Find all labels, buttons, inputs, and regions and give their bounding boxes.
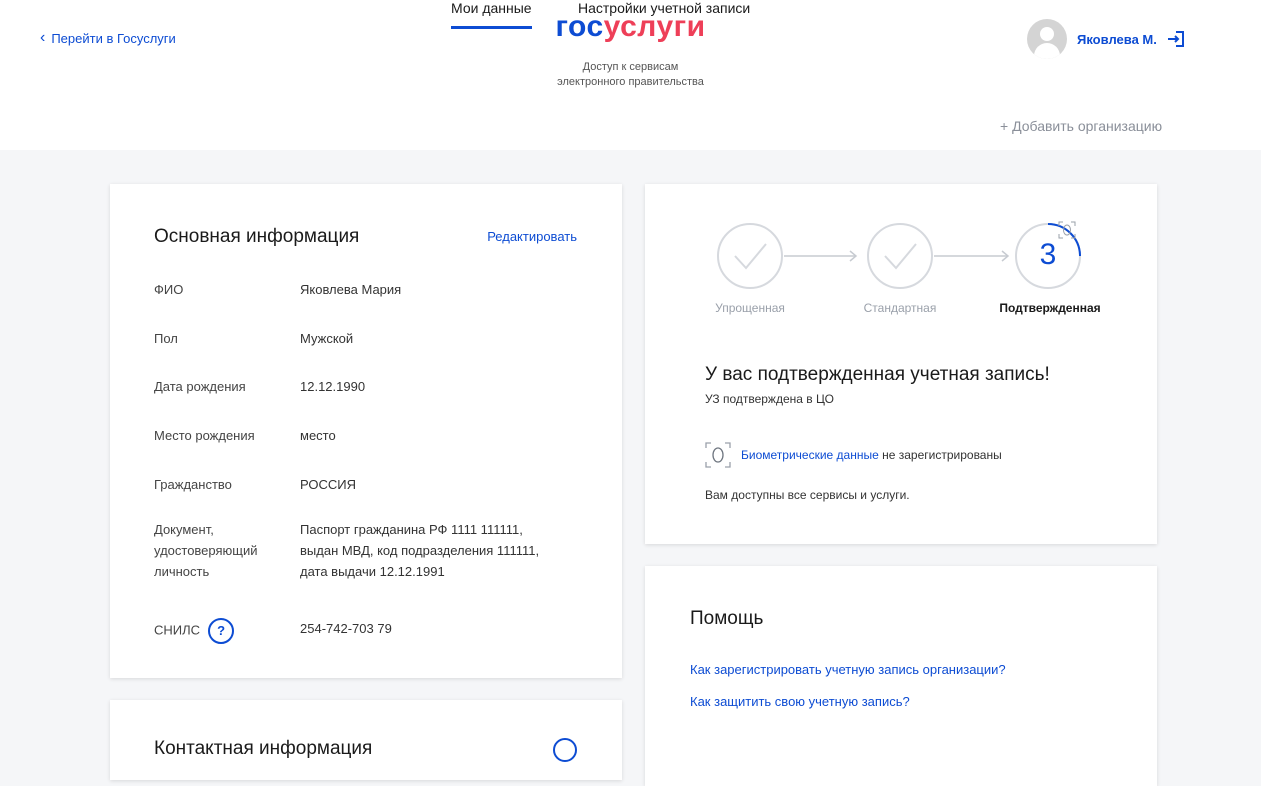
help-card: Помощь Как зарегистрировать учетную запи… [645, 566, 1157, 786]
identity-value-line-3: дата выдачи 12.12.1991 [300, 564, 445, 579]
contacts-card: Контактная информация [110, 700, 622, 780]
arrow-2 [934, 250, 1010, 262]
all-services-text: Вам доступны все сервисы и услуги. [705, 488, 910, 502]
tab-account-settings[interactable]: Настройки учетной записи [578, 0, 750, 26]
arrow-1 [784, 250, 858, 262]
field-value-identity-document: Паспорт гражданина РФ 1111 111111, выдан… [300, 519, 539, 582]
help-title: Помощь [690, 608, 764, 629]
field-label-identity-document: Документ, удостоверяющий личность [154, 519, 258, 582]
step-label-standard: Стандартная [863, 301, 937, 315]
main-info-title: Основная информация [154, 226, 360, 247]
main-info-card: Основная информация Редактировать ФИО Як… [110, 184, 622, 678]
snils-help-icon[interactable]: ? [208, 618, 235, 644]
field-value-gender: Мужской [300, 331, 354, 346]
help-link-register-org[interactable]: Как зарегистрировать учетную запись орга… [690, 662, 1006, 677]
field-value-birthplace: место [300, 428, 336, 443]
identity-value-line-1: Паспорт гражданина РФ 1111 111111, [300, 522, 523, 537]
step-simplified-circle [717, 223, 783, 289]
user-name: Яковлева М. [1077, 31, 1157, 47]
field-value-citizenship: РОССИЯ [300, 477, 357, 492]
identity-value-line-2: выдан МВД, код подразделения 111111, [300, 543, 540, 558]
field-label-snils: СНИЛС? [154, 618, 235, 644]
edit-button[interactable]: Редактировать [487, 229, 577, 244]
avatar [1027, 19, 1067, 59]
identity-label-line-3: личность [154, 564, 210, 579]
field-value-snils: 254-742-703 79 [300, 621, 392, 636]
status-title: У вас подтвержденная учетная запись! [705, 364, 1050, 385]
biometric-status-text: не зарегистрированы [882, 448, 1002, 462]
contacts-title: Контактная информация [154, 738, 373, 759]
field-label-fio: ФИО [154, 282, 184, 297]
status-subtitle: УЗ подтверждена в ЦО [705, 392, 834, 406]
biometric-row: Биометрические данные не зарегистрирован… [705, 442, 1002, 468]
header-subtitle: Доступ к сервисам электронного правитель… [0, 60, 1261, 90]
step-label-confirmed: Подтвержденная [999, 301, 1101, 315]
step-standard-circle [867, 223, 933, 289]
chevron-down-icon[interactable] [553, 738, 577, 762]
step-label-simplified: Упрощенная [715, 301, 785, 315]
account-status-card: 3 Упрощенная Стандартная Подтвержденная … [645, 184, 1157, 544]
snils-label-text: СНИЛС [154, 622, 201, 638]
identity-label-line-1: Документ, [154, 522, 214, 537]
logout-icon[interactable] [1167, 30, 1185, 48]
user-menu[interactable]: Яковлева М. [1027, 19, 1185, 59]
field-label-birthplace: Место рождения [154, 428, 255, 443]
field-label-gender: Пол [154, 331, 178, 346]
tab-my-data[interactable]: Мои данные [451, 0, 532, 29]
field-value-fio: Яковлева Мария [300, 282, 402, 297]
subtitle-line-1: Доступ к сервисам [582, 61, 679, 73]
step-number-3: 3 [1039, 238, 1057, 271]
field-value-birthdate: 12.12.1990 [300, 379, 366, 394]
biometric-face-icon [705, 442, 731, 468]
help-link-protect-account[interactable]: Как защитить свою учетную запись? [690, 694, 910, 709]
subtitle-line-2: электронного правительства [557, 76, 704, 88]
field-label-citizenship: Гражданство [154, 477, 232, 492]
field-label-birthdate: Дата рождения [154, 379, 246, 394]
identity-label-line-2: удостоверяющий [154, 543, 258, 558]
add-organization-link[interactable]: + Добавить организацию [1000, 118, 1162, 134]
biometric-data-link[interactable]: Биометрические данные [741, 448, 879, 462]
